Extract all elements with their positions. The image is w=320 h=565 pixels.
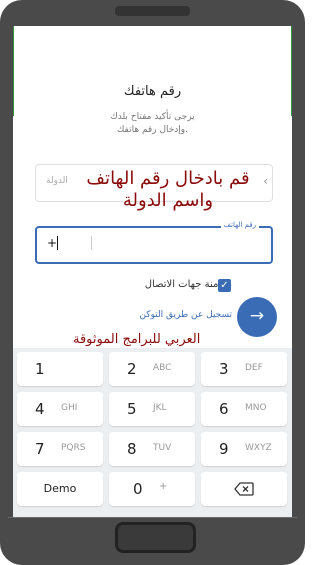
key-demo[interactable]: Demo <box>17 472 103 506</box>
page-subtitle: يرجى تأكيد مفتاح بلدك وإدخال رقم هاتفك. <box>13 111 292 137</box>
text-cursor <box>57 236 58 250</box>
key-digit: 4 <box>35 400 45 418</box>
sync-contacts-checkbox[interactable]: ✓ <box>218 279 231 292</box>
key-demo-label: Demo <box>43 482 77 495</box>
phone-field-label: رقم الهاتف <box>220 221 259 229</box>
screen-edge <box>13 26 14 116</box>
phone-number-field[interactable]: رقم الهاتف + <box>35 221 273 264</box>
phone-prefix: + <box>47 236 58 250</box>
home-button[interactable] <box>115 522 196 553</box>
key-digit: 1 <box>35 360 45 378</box>
key-letters: + <box>159 481 168 492</box>
key-digit: 5 <box>127 400 137 418</box>
overlay-line-2: واسم الدولة <box>122 190 214 211</box>
key-digit: 8 <box>127 440 137 458</box>
key-letters: MNO <box>245 403 267 413</box>
phone-speaker <box>115 6 190 16</box>
key-digit: 3 <box>219 360 229 378</box>
key-7[interactable]: 7 PQRS <box>17 432 103 466</box>
key-letters: DEF <box>245 363 263 373</box>
key-5[interactable]: 5 JKL <box>109 392 195 426</box>
key-digit: 7 <box>35 440 45 458</box>
key-digit: 9 <box>219 440 229 458</box>
key-letters: TUV <box>153 443 172 453</box>
key-3[interactable]: 3 DEF <box>201 352 287 386</box>
key-digit: 6 <box>219 400 229 418</box>
key-letters: ABC <box>153 363 172 373</box>
subtitle-line-1: يرجى تأكيد مفتاح بلدك <box>110 112 195 122</box>
watermark-text: العربي للبرامج الموثوقة <box>73 332 201 347</box>
key-letters: PQRS <box>61 443 86 453</box>
key-2[interactable]: 2 ABC <box>109 352 195 386</box>
key-8[interactable]: 8 TUV <box>109 432 195 466</box>
instruction-overlay: قم بادخال رقم الهاتف واسم الدولة <box>63 168 273 212</box>
screen: رقم هاتفك يرجى تأكيد مفتاح بلدك وإدخال ر… <box>13 26 292 517</box>
phone-divider <box>8 517 297 518</box>
key-backspace[interactable] <box>201 472 287 506</box>
key-9[interactable]: 9 WXYZ <box>201 432 287 466</box>
key-letters: WXYZ <box>245 443 272 453</box>
key-digit: 0 <box>133 480 143 498</box>
key-6[interactable]: 6 MNO <box>201 392 287 426</box>
key-digit: 2 <box>127 360 137 378</box>
page-title: رقم هاتفك <box>123 84 182 99</box>
numeric-keypad: 1 2 ABC 3 DEF 4 GHI 5 JKL 6 MNO 7 PQRS 8… <box>13 348 292 517</box>
key-4[interactable]: 4 GHI <box>17 392 103 426</box>
overlay-line-1: قم بادخال رقم الهاتف <box>86 168 250 189</box>
key-letters: JKL <box>153 403 167 413</box>
key-letters: GHI <box>61 403 78 413</box>
next-button[interactable]: → <box>237 297 277 337</box>
subtitle-line-2: وإدخال رقم هاتفك. <box>116 125 189 135</box>
token-login-link[interactable]: تسجيل عن طريق التوكن <box>139 310 232 320</box>
backspace-icon <box>234 482 254 496</box>
key-0[interactable]: 0 + <box>109 472 195 506</box>
key-1[interactable]: 1 <box>17 352 103 386</box>
screen-edge <box>291 26 292 116</box>
prefix-separator <box>91 236 92 250</box>
